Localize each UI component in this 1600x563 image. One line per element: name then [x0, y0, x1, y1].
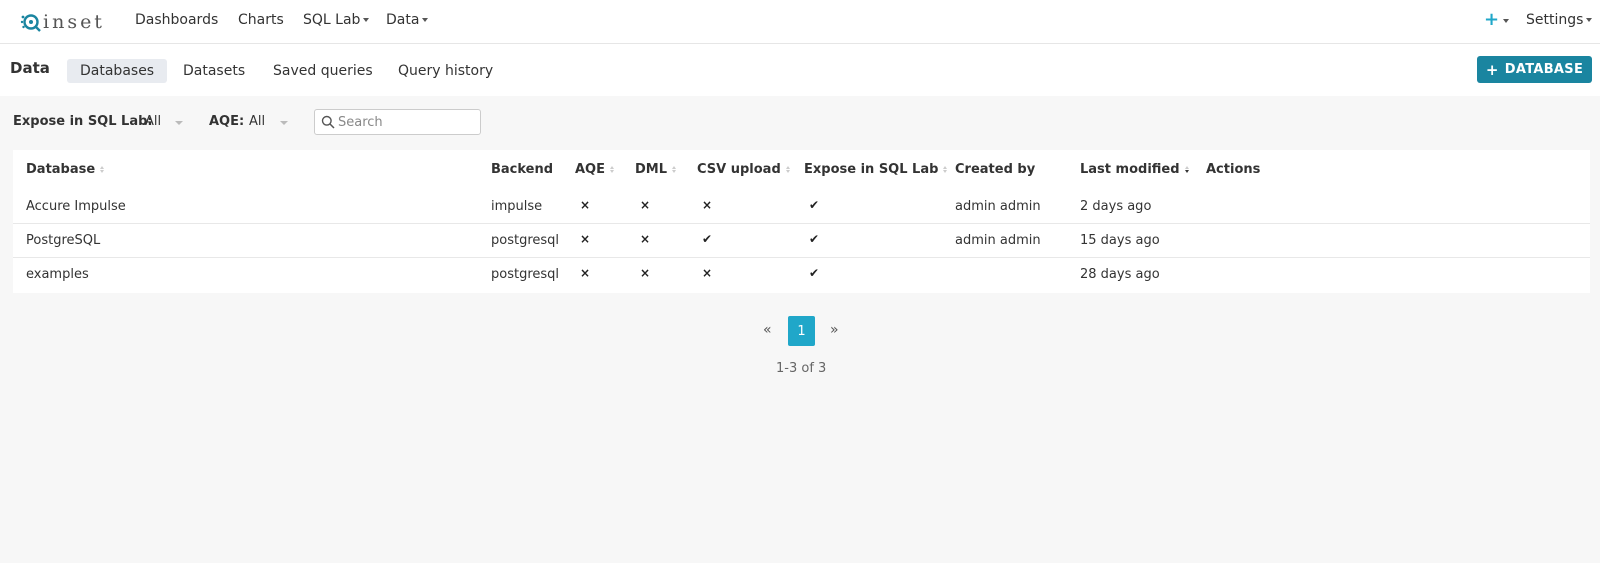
- logo-text: inset: [43, 11, 105, 33]
- nav-sql-lab-label: SQL Lab: [303, 12, 361, 28]
- column-header-last-modified[interactable]: Last modified: [1080, 162, 1190, 177]
- column-header-dml[interactable]: DML: [635, 162, 677, 177]
- column-header-label: CSV upload: [697, 162, 781, 177]
- column-header-aqe[interactable]: AQE: [575, 162, 615, 177]
- add-database-button[interactable]: + DATABASE: [1477, 56, 1592, 83]
- chevron-down-icon: [363, 18, 370, 22]
- logo[interactable]: inset: [20, 8, 105, 36]
- aqe-filter-select[interactable]: All: [249, 114, 265, 129]
- chevron-down-icon[interactable]: [175, 121, 183, 125]
- cell-database: Accure Impulse: [26, 199, 126, 214]
- aqe-filter-label: AQE:: [209, 114, 245, 129]
- cell-backend: impulse: [491, 199, 543, 214]
- column-header-csv-upload[interactable]: CSV upload: [697, 162, 791, 177]
- tab-datasets[interactable]: Datasets: [170, 59, 258, 83]
- search-icon: [321, 115, 335, 129]
- nav-dashboards-label: Dashboards: [135, 12, 219, 28]
- table-row[interactable]: examples postgresql × × × ✔ 28 days ago: [13, 258, 1590, 292]
- check-icon: ✔: [809, 232, 820, 246]
- column-header-label: Backend: [491, 162, 554, 177]
- cell-database: PostgreSQL: [26, 233, 101, 248]
- nav-settings[interactable]: Settings: [1526, 12, 1593, 28]
- pagination-prev-button[interactable]: «: [763, 322, 772, 338]
- column-header-database[interactable]: Database: [26, 162, 105, 177]
- logo-mark-icon: [20, 14, 41, 32]
- plus-icon[interactable]: +: [1484, 11, 1499, 29]
- column-header-label: DML: [635, 162, 668, 177]
- cross-icon: ×: [640, 198, 651, 212]
- cell-backend: postgresql: [491, 233, 560, 248]
- page-title: Data: [10, 59, 50, 77]
- plus-icon: +: [1485, 60, 1499, 79]
- expose-filter-label: Expose in SQL Lab:: [13, 114, 153, 129]
- databases-table: Database Backend AQE DML CSV upload Expo…: [13, 150, 1590, 293]
- pagination-page-label: 1: [797, 323, 806, 339]
- tab-saved-queries[interactable]: Saved queries: [260, 59, 386, 83]
- column-header-label: Expose in SQL Lab: [804, 162, 939, 177]
- top-navbar: inset Dashboards Charts SQL Lab Data + S…: [0, 0, 1600, 44]
- tab-saved-queries-label: Saved queries: [273, 63, 373, 79]
- sort-icon: [785, 166, 791, 173]
- cell-database: examples: [26, 267, 89, 282]
- nav-charts-label: Charts: [238, 12, 284, 28]
- nav-data-label: Data: [386, 12, 420, 28]
- column-header-label: AQE: [575, 162, 605, 177]
- nav-dashboards[interactable]: Dashboards: [135, 12, 218, 28]
- cross-icon: ×: [640, 232, 651, 246]
- cell-created-by: admin admin: [955, 199, 1041, 214]
- search-input[interactable]: [338, 113, 476, 131]
- add-database-label: DATABASE: [1504, 62, 1584, 77]
- check-icon: ✔: [809, 198, 820, 212]
- nav-sql-lab[interactable]: SQL Lab: [303, 12, 370, 28]
- pagination-page-1[interactable]: 1: [788, 316, 815, 346]
- cell-backend: postgresql: [491, 267, 560, 282]
- column-header-actions: Actions: [1206, 162, 1260, 177]
- cross-icon: ×: [580, 266, 591, 280]
- cell-last-modified: 2 days ago: [1080, 199, 1152, 214]
- chevron-down-icon: [422, 18, 429, 22]
- sort-icon: [943, 166, 948, 173]
- column-header-label: Last modified: [1080, 162, 1180, 177]
- cross-icon: ×: [580, 232, 591, 246]
- column-header-label: Database: [26, 162, 96, 177]
- sort-icon: [100, 166, 105, 173]
- pagination-next-button[interactable]: »: [830, 322, 839, 338]
- pagination-count: 1-3 of 3: [776, 361, 827, 376]
- chevron-down-icon[interactable]: [280, 121, 288, 125]
- sort-icon: [610, 166, 615, 173]
- table-row[interactable]: Accure Impulse impulse × × × ✔ admin adm…: [13, 190, 1590, 224]
- column-header-expose[interactable]: Expose in SQL Lab: [804, 162, 948, 177]
- column-header-backend: Backend: [491, 162, 553, 177]
- search-box[interactable]: [314, 109, 481, 135]
- tab-datasets-label: Datasets: [183, 63, 246, 79]
- cross-icon: ×: [702, 266, 713, 280]
- sort-desc-icon: [1184, 166, 1190, 173]
- chevron-down-icon[interactable]: [1503, 19, 1509, 23]
- sub-header: Data Databases Datasets Saved queries Qu…: [0, 44, 1600, 96]
- cross-icon: ×: [640, 266, 651, 280]
- cell-last-modified: 15 days ago: [1080, 233, 1160, 248]
- cell-created-by: admin admin: [955, 233, 1041, 248]
- nav-data[interactable]: Data: [386, 12, 429, 28]
- nav-charts[interactable]: Charts: [238, 12, 284, 28]
- check-icon: ✔: [809, 266, 820, 280]
- chevron-down-icon: [1586, 18, 1593, 22]
- tab-databases-label: Databases: [80, 63, 155, 79]
- check-icon: ✔: [702, 232, 713, 246]
- cell-last-modified: 28 days ago: [1080, 267, 1160, 282]
- tab-databases[interactable]: Databases: [67, 59, 168, 83]
- sort-icon: [672, 166, 677, 173]
- cross-icon: ×: [580, 198, 591, 212]
- tab-query-history[interactable]: Query history: [385, 59, 506, 83]
- table-row[interactable]: PostgreSQL postgresql × × ✔ ✔ admin admi…: [13, 224, 1590, 258]
- cross-icon: ×: [702, 198, 713, 212]
- column-header-created-by: Created by: [955, 162, 1035, 177]
- column-header-label: Created by: [955, 162, 1036, 177]
- column-header-label: Actions: [1206, 162, 1261, 177]
- nav-settings-label: Settings: [1526, 12, 1584, 28]
- expose-filter-select[interactable]: All: [145, 114, 161, 129]
- tab-query-history-label: Query history: [398, 63, 494, 79]
